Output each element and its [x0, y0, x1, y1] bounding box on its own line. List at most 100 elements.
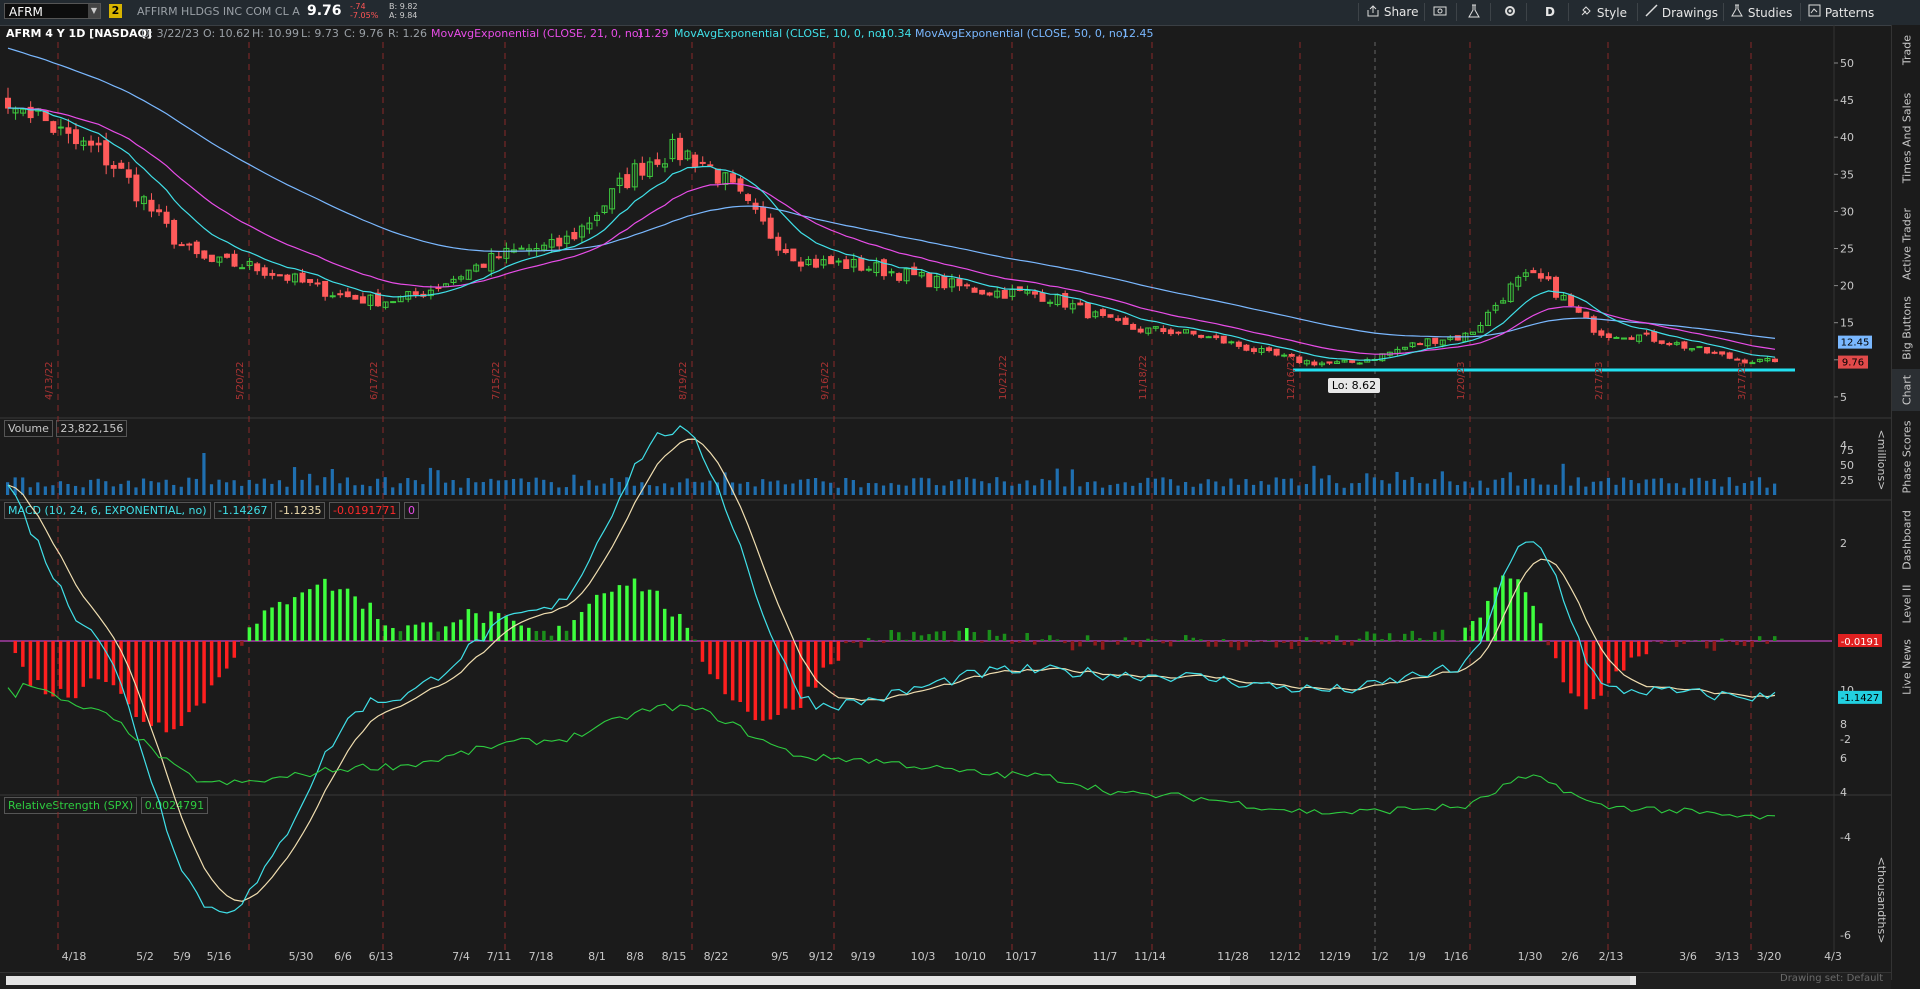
link-group-badge[interactable]: 2	[109, 4, 122, 18]
patterns-button[interactable]: Patterns	[1808, 4, 1874, 20]
period-button[interactable]: D	[1545, 4, 1555, 20]
tab-big-buttons[interactable]: Big Buttons	[1892, 287, 1920, 369]
volume-panel[interactable]	[6, 453, 1776, 495]
macd-histogram-bar	[21, 641, 25, 667]
macd-histogram-bar	[648, 590, 652, 641]
tab-chart[interactable]: Chart	[1892, 369, 1920, 411]
settings-button[interactable]	[1503, 4, 1517, 20]
macd-histogram-bar	[172, 641, 176, 729]
macd-histogram-bar	[1471, 621, 1475, 641]
volume-bar	[104, 481, 107, 495]
volume-bar	[1395, 472, 1398, 495]
volume-bar	[678, 482, 681, 495]
volume-bar	[233, 480, 236, 495]
volume-bar	[912, 478, 915, 495]
macd-panel[interactable]	[0, 426, 1832, 913]
bid-ask: B: 9.82 A: 9.84	[389, 2, 418, 20]
volume-bar	[844, 478, 847, 495]
volume-bar	[278, 480, 281, 495]
macd-histogram-bar	[1750, 641, 1754, 647]
macd-histogram-bar	[610, 592, 614, 641]
macd-histogram-bar	[323, 579, 327, 641]
macd-histogram-bar	[429, 622, 433, 641]
symbol-input[interactable]: AFRM	[4, 3, 101, 19]
event-date-label: 5/20/22	[235, 361, 246, 400]
macd-histogram-bar	[278, 602, 282, 641]
tab-level-ii[interactable]: Level II	[1892, 576, 1920, 632]
drawing-set-label[interactable]: Drawing set: Default	[1780, 973, 1883, 984]
candle-body	[1214, 336, 1219, 338]
volume-bar	[829, 483, 832, 495]
candle-body	[224, 254, 229, 257]
volume-bar	[406, 478, 409, 495]
candle-body	[308, 280, 313, 283]
volume-bar	[1131, 486, 1134, 495]
style-button[interactable]: Style	[1580, 4, 1627, 20]
tab-label: Chart	[1900, 375, 1913, 405]
studies-button[interactable]: Studies	[1731, 4, 1792, 20]
volume-bar	[950, 481, 953, 495]
macd-histogram-bar	[1237, 641, 1241, 650]
drawings-button[interactable]: Drawings	[1645, 4, 1718, 20]
volume-bar	[497, 480, 500, 495]
volume-bar	[1297, 485, 1300, 495]
candle-body	[1750, 363, 1755, 364]
volume-bar	[1373, 477, 1376, 495]
volume-bar	[1418, 483, 1421, 495]
share-button[interactable]: Share	[1366, 4, 1418, 20]
macd-histogram-bar	[890, 630, 894, 641]
volume-bar	[1682, 488, 1685, 495]
thinkback-button[interactable]	[1468, 4, 1480, 20]
screenshot-button[interactable]	[1433, 4, 1447, 20]
relative-strength-panel[interactable]	[8, 683, 1775, 819]
macd-histogram-bar	[1365, 631, 1369, 641]
macd-histogram-bar	[519, 626, 523, 641]
price-panel[interactable]: Lo: 8.62	[6, 48, 1796, 393]
macd-histogram-bar	[1267, 640, 1271, 641]
volume-bar	[452, 480, 455, 495]
macd-histogram-bar	[1463, 628, 1467, 641]
tab-live-news[interactable]: Live News	[1892, 632, 1920, 702]
macd-histogram-bar	[399, 631, 403, 641]
macd-histogram-bar	[1705, 641, 1709, 648]
macd-tick-label: -4	[1840, 831, 1851, 844]
volume-bar	[1705, 481, 1708, 495]
macd-histogram-bar	[1713, 641, 1717, 651]
volume-bar	[1237, 485, 1240, 495]
macd-value-line	[8, 426, 1775, 913]
macd-histogram-bar	[1554, 641, 1558, 658]
volume-bar	[1214, 481, 1217, 495]
volume-bar	[1139, 483, 1142, 495]
tab-trade[interactable]: Trade	[1892, 25, 1920, 75]
tab-dashboard[interactable]: Dashboard	[1892, 503, 1920, 576]
scroll-thumb[interactable]	[1230, 976, 1630, 985]
volume-bar	[1697, 478, 1700, 495]
macd-histogram-bar	[1773, 636, 1777, 641]
event-date-label: 10/21/22	[998, 355, 1009, 400]
style-icon	[1580, 4, 1593, 17]
chart-canvas[interactable]: Lo: 8.62 4/185/25/95/165/306/66/137/47/1…	[0, 25, 1891, 972]
volume-bar	[1327, 475, 1330, 495]
macd-histogram-bar	[89, 641, 93, 678]
macd-histogram-bar	[36, 641, 40, 680]
volume-bar	[1645, 479, 1648, 495]
symbol-dropdown-icon[interactable]: ▼	[88, 4, 100, 18]
macd-histogram-bar	[1433, 632, 1437, 641]
candle-body	[300, 273, 305, 282]
volume-bar	[1509, 472, 1512, 495]
macd-histogram-bar	[1380, 639, 1384, 641]
x-axis-label: 9/19	[851, 950, 876, 963]
candle-body	[1584, 312, 1589, 318]
low-annotation-text: Lo: 8.62	[1332, 379, 1376, 392]
horizontal-scrollbar[interactable]	[0, 972, 1891, 989]
tab-times-and-sales[interactable]: Times And Sales	[1892, 75, 1920, 200]
macd-histogram-bar	[1275, 641, 1279, 647]
macd-histogram-bar	[1214, 641, 1218, 647]
tab-active-trader[interactable]: Active Trader	[1892, 200, 1920, 287]
macd-histogram-bar	[671, 617, 675, 641]
tab-phase-scores[interactable]: Phase Scores	[1892, 411, 1920, 503]
volume-bar	[391, 487, 394, 495]
candle-body	[209, 255, 214, 261]
candle-body	[1652, 332, 1657, 342]
candle-body	[844, 260, 849, 269]
